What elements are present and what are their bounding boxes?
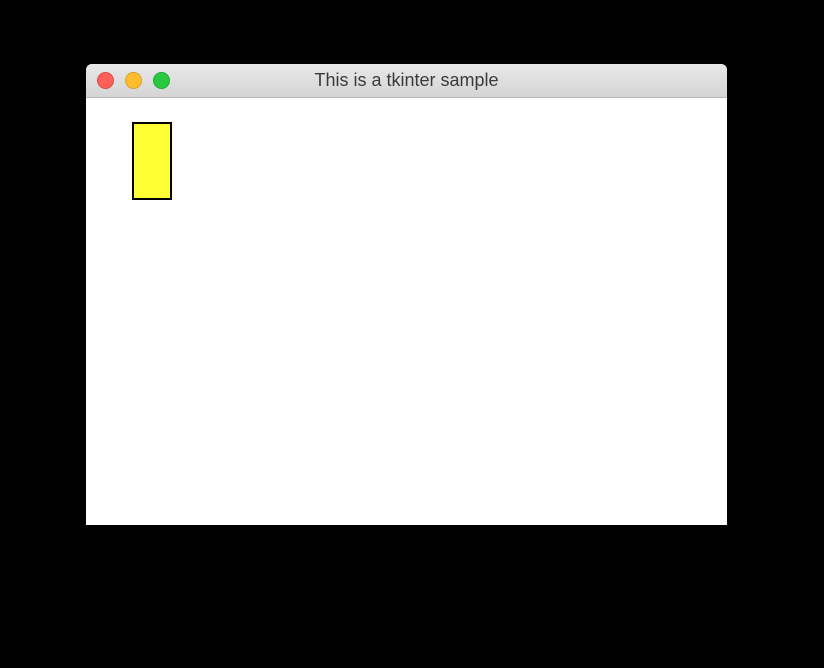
canvas-area [86, 98, 727, 525]
application-window: This is a tkinter sample [86, 64, 727, 525]
window-controls [86, 72, 170, 89]
maximize-icon[interactable] [153, 72, 170, 89]
yellow-rectangle [132, 122, 172, 200]
close-icon[interactable] [97, 72, 114, 89]
minimize-icon[interactable] [125, 72, 142, 89]
window-title: This is a tkinter sample [86, 70, 727, 91]
window-titlebar[interactable]: This is a tkinter sample [86, 64, 727, 98]
